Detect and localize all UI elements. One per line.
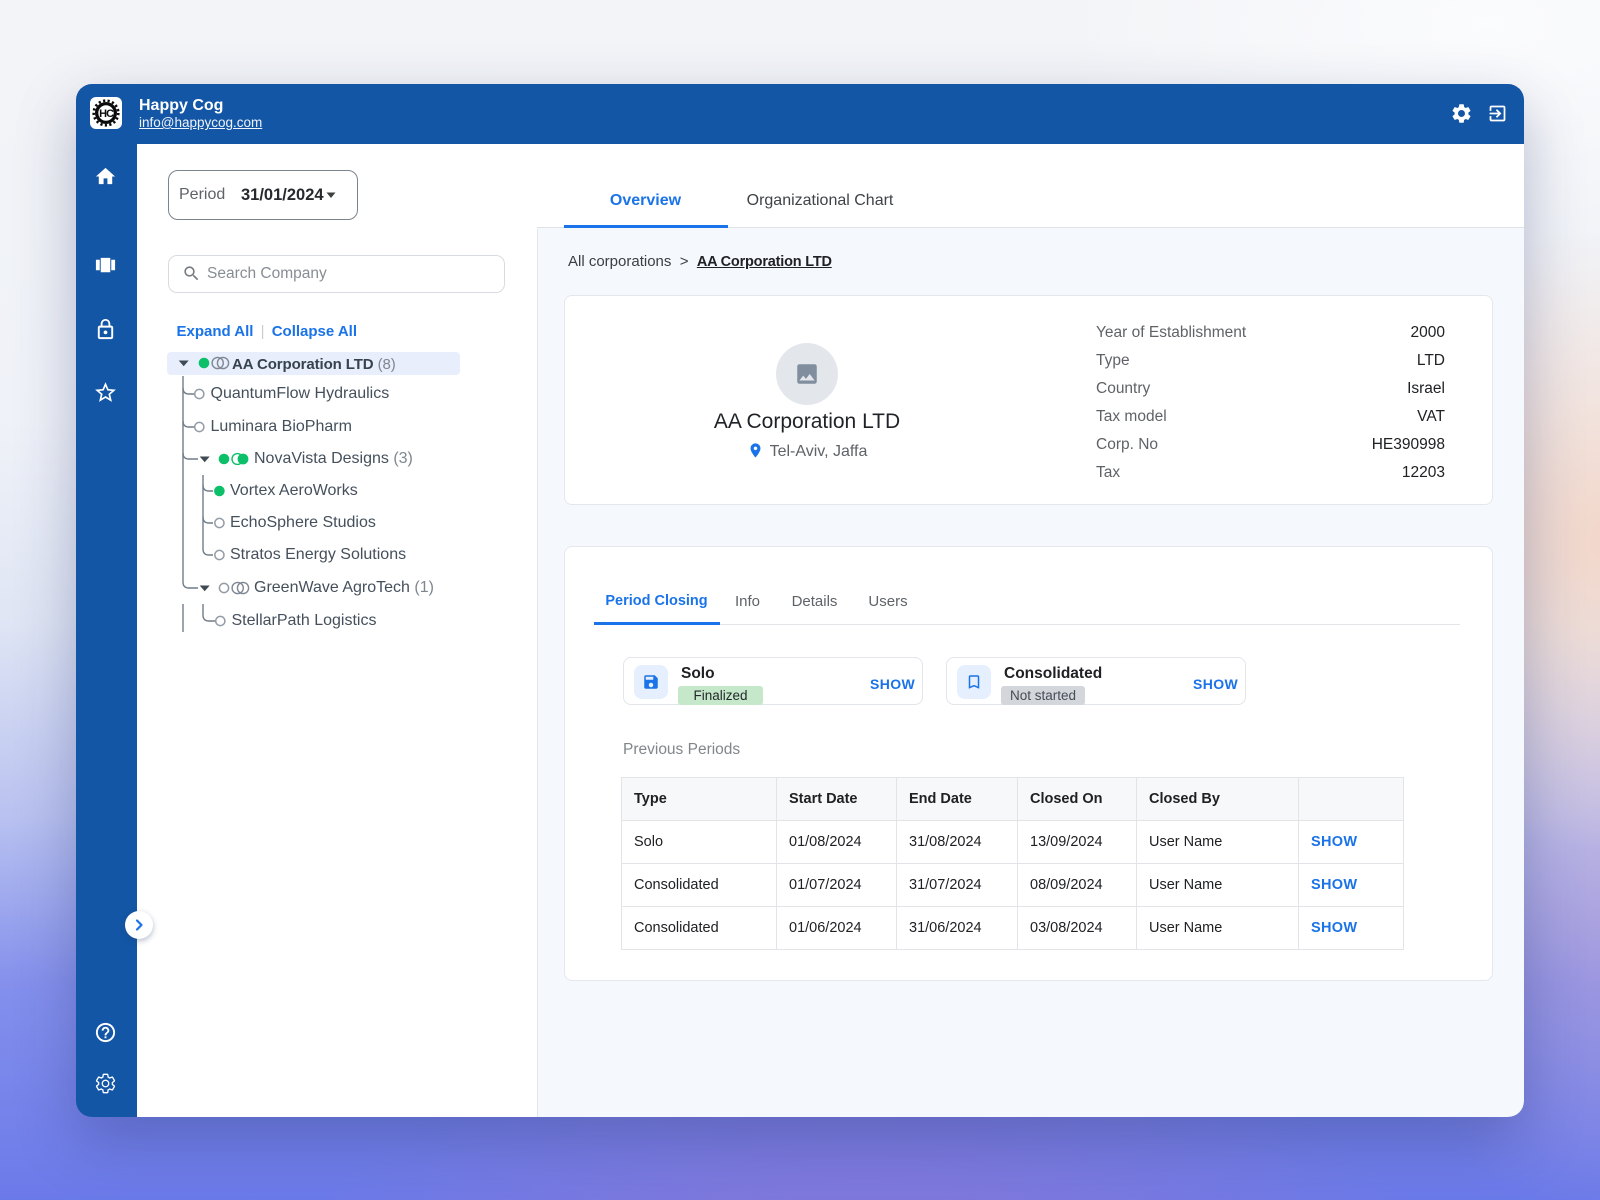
svg-text:HC: HC xyxy=(99,108,114,120)
